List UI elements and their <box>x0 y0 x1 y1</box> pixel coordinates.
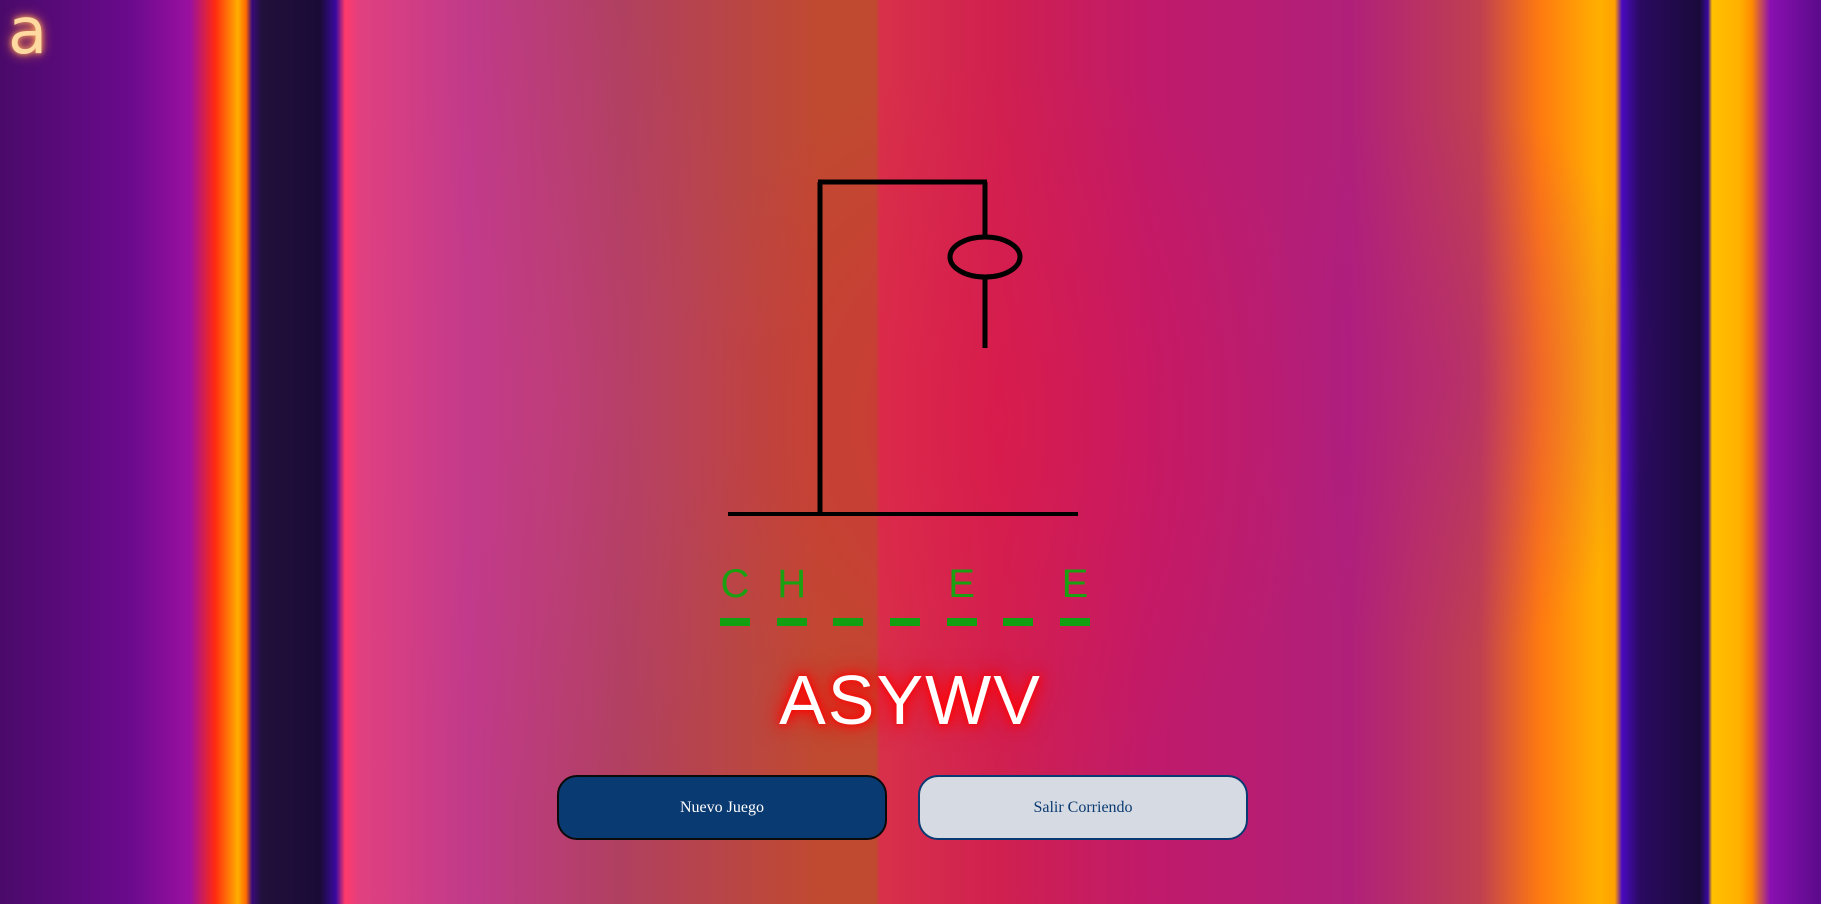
letter-slot <box>1003 560 1034 626</box>
letter-slot: E <box>946 560 977 626</box>
letter-slot <box>833 560 864 626</box>
hangman-head <box>947 234 1023 280</box>
letter-slot-text: E <box>1061 562 1089 606</box>
letter-slot-dash <box>776 618 807 626</box>
letter-slot-dash <box>1003 618 1034 626</box>
letter-slot-dash <box>720 618 750 626</box>
new-game-button[interactable]: Nuevo Juego <box>557 775 887 840</box>
letter-slot-dash <box>833 618 864 626</box>
app-logo: a <box>8 0 48 69</box>
letter-slot <box>889 560 920 626</box>
letter-slot-text: H <box>777 562 807 606</box>
letter-slot-text: E <box>948 562 975 606</box>
letter-slot-dash <box>889 618 920 626</box>
letter-slot-text: C <box>720 562 750 606</box>
exit-button[interactable]: Salir Corriendo <box>918 775 1248 840</box>
letter-slot: E <box>1059 560 1090 626</box>
hangman-drawing <box>728 179 1078 516</box>
word-display: C H E E <box>720 560 1090 630</box>
letter-slot-dash <box>946 618 977 626</box>
wrong-letters: ASYWV <box>779 661 1042 739</box>
letter-slot: H <box>776 560 807 626</box>
letter-slot-dash <box>1059 618 1090 626</box>
letter-slot: C <box>720 560 750 626</box>
